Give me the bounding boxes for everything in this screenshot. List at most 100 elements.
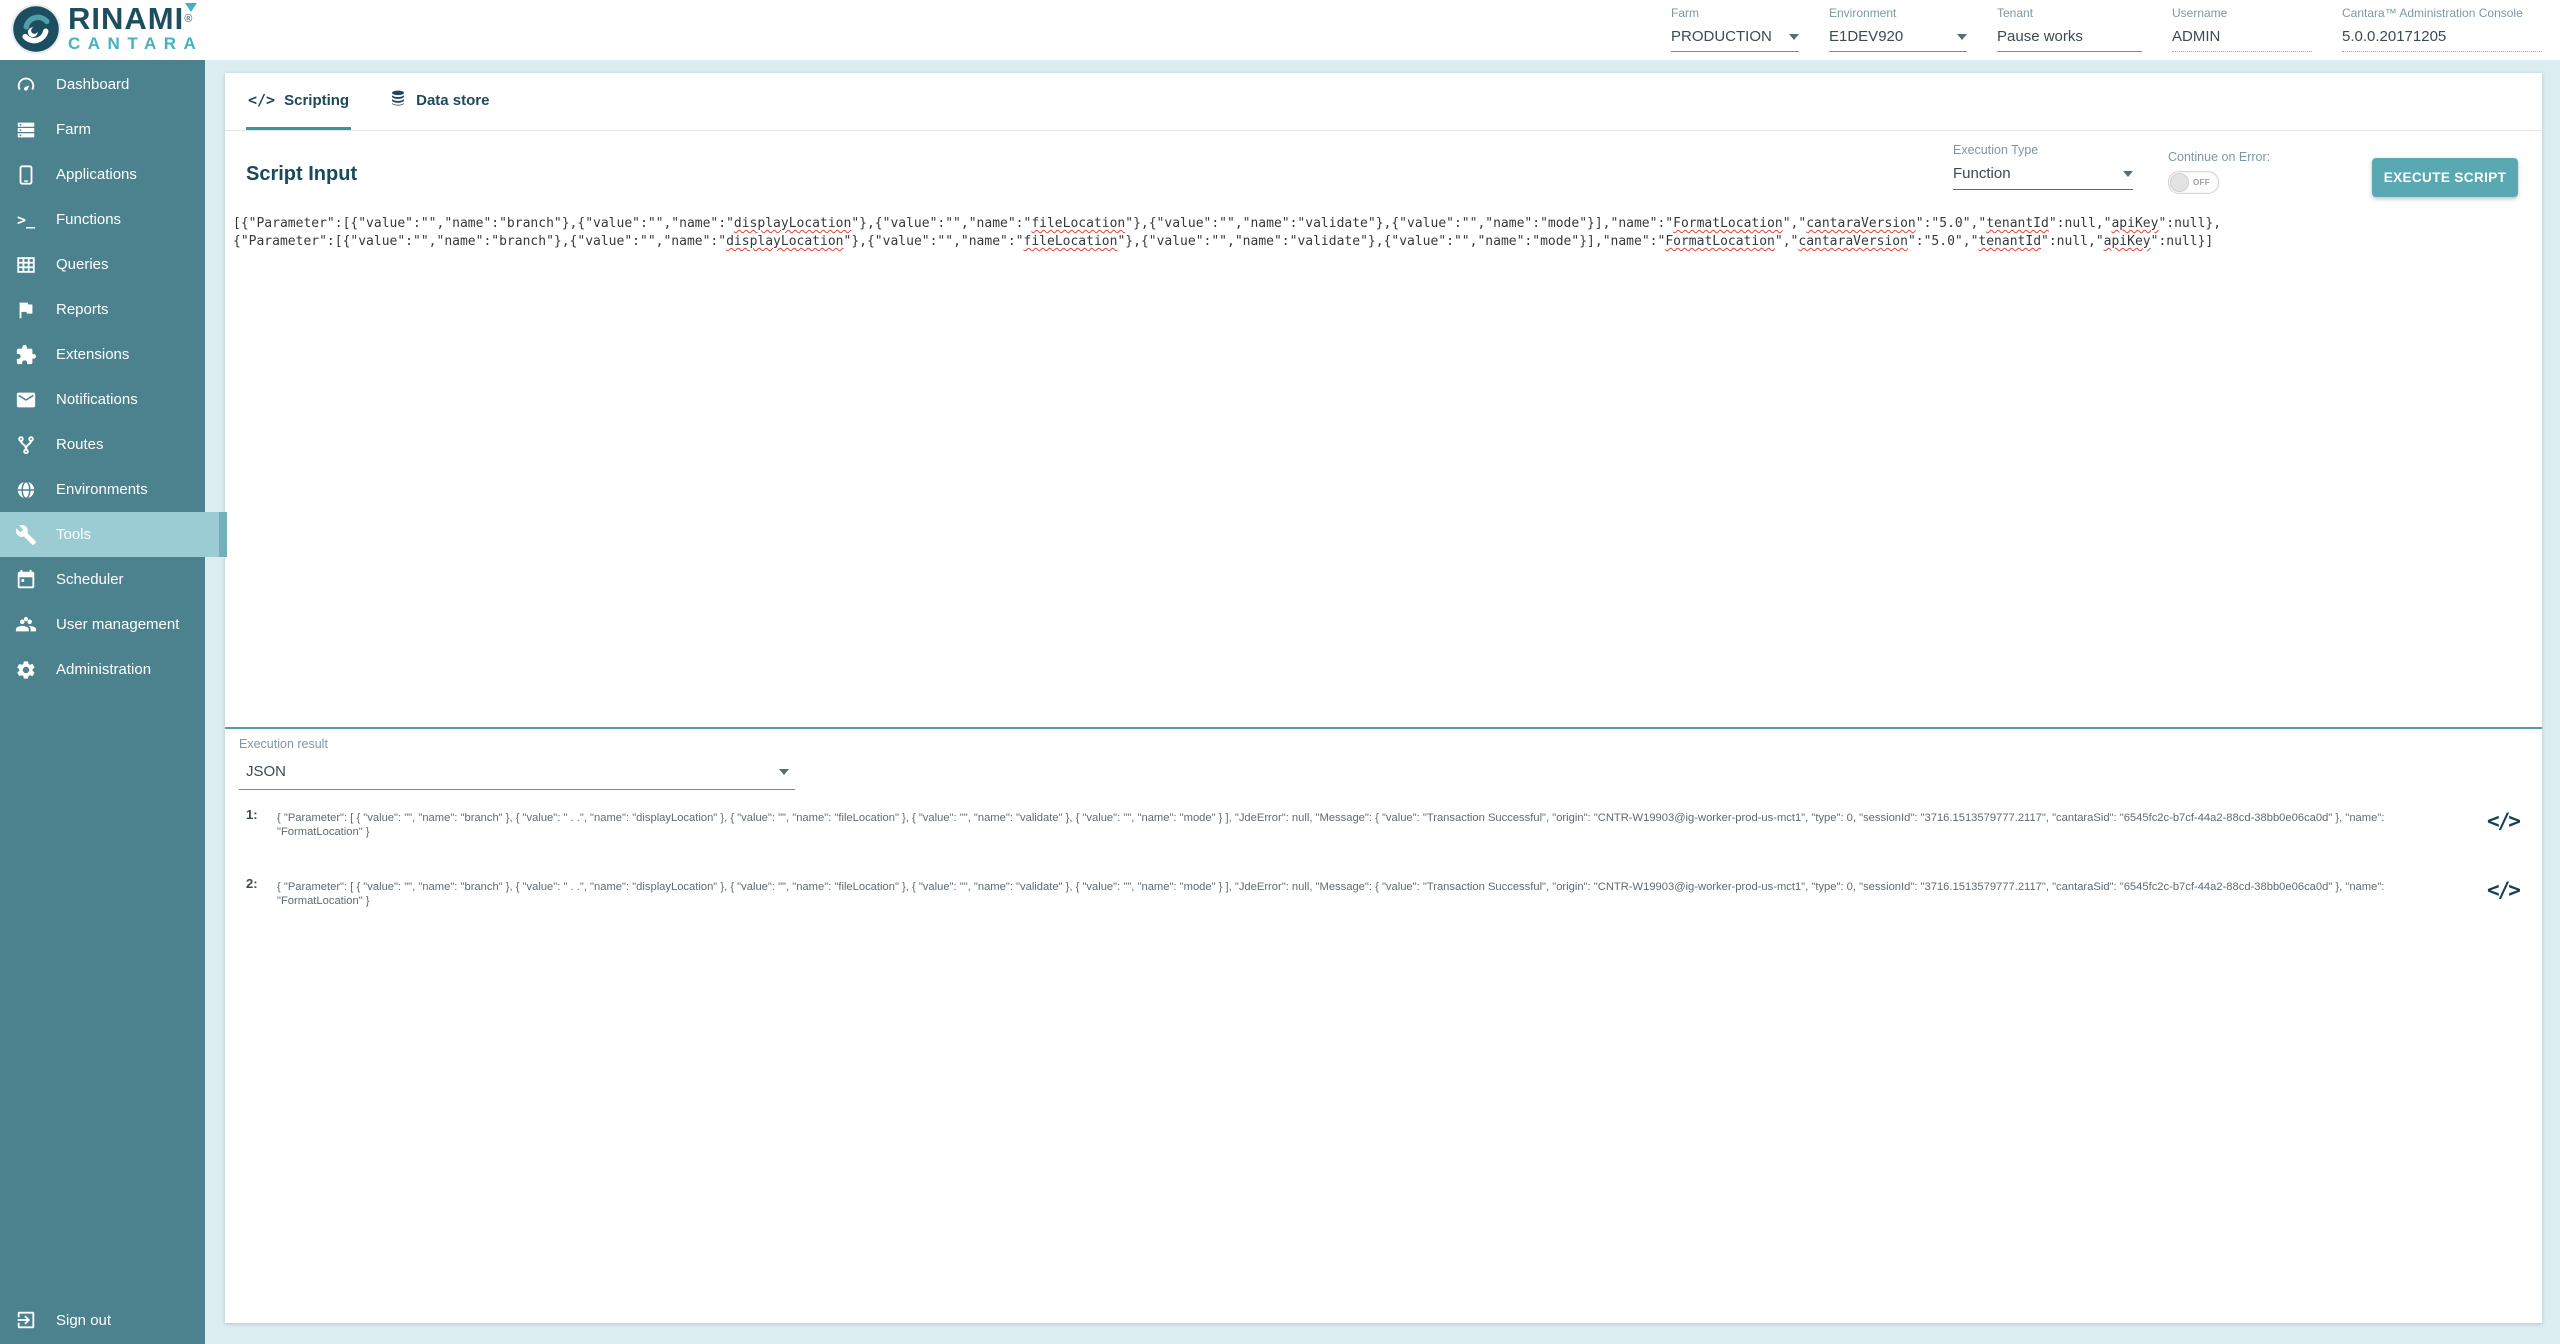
result-format-value: JSON xyxy=(246,763,286,780)
tab-label: Scripting xyxy=(284,92,349,109)
username-label: Username xyxy=(2172,6,2312,20)
sidebar-item-label: Functions xyxy=(56,211,121,228)
sidebar-item-farm[interactable]: Farm xyxy=(0,107,205,152)
execution-type-label: Execution Type xyxy=(1953,143,2133,157)
execute-script-button[interactable]: EXECUTE SCRIPT xyxy=(2372,158,2518,197)
page-title: Script Input xyxy=(246,163,357,186)
chevron-down-icon xyxy=(2123,171,2133,177)
sidebar-item-label: Routes xyxy=(56,436,104,453)
result-format-select[interactable]: JSON xyxy=(239,763,795,790)
tab-label: Data store xyxy=(416,92,489,109)
wrench-icon xyxy=(14,523,38,547)
database-icon xyxy=(389,89,407,111)
rinami-cantara-logo: RINAMI® CANTARA xyxy=(10,3,203,55)
sidebar-item-label: Farm xyxy=(56,121,91,138)
execution-type-select[interactable]: Execution Type Function xyxy=(1953,143,2133,190)
logo-line1: RINAMI xyxy=(68,1,184,36)
sidebar-item-functions[interactable]: >_ Functions xyxy=(0,197,205,242)
tab-data-store[interactable]: Data store xyxy=(387,73,491,130)
environment-value: E1DEV920 xyxy=(1829,28,1903,45)
sign-out-button[interactable]: Sign out xyxy=(0,1298,219,1342)
sidebar-item-dashboard[interactable]: Dashboard xyxy=(0,62,205,107)
sidebar-item-label: Reports xyxy=(56,301,109,318)
server-icon xyxy=(14,118,38,142)
continue-on-error-label: Continue on Error: xyxy=(2168,150,2270,164)
view-code-icon[interactable]: </> xyxy=(2487,809,2519,833)
sidebar-item-label: Scheduler xyxy=(56,571,124,588)
chevron-down-icon xyxy=(1789,34,1799,40)
chevron-down-icon xyxy=(1957,34,1967,40)
app-root: RINAMI® CANTARA Farm PRODUCTION Environm… xyxy=(0,0,2560,1344)
execution-result-label: Execution result xyxy=(239,737,328,751)
tenant-input[interactable]: Tenant Pause works xyxy=(1997,6,2142,52)
result-text: { "Parameter": [ { "value": "", "name": … xyxy=(277,811,2469,839)
view-code-icon[interactable]: </> xyxy=(2487,878,2519,902)
console-version-value: 5.0.0.20171205 xyxy=(2342,28,2446,45)
tool-tabs: </> Scripting Data store xyxy=(225,73,2542,131)
sidebar-nav: Dashboard Farm Applications >_ Functions… xyxy=(0,60,205,1344)
logo-wordmark: RINAMI® CANTARA xyxy=(68,4,203,54)
logo-accent-triangle-icon xyxy=(185,3,197,12)
main-content-card: </> Scripting Data store Script Input Ex… xyxy=(225,73,2542,1323)
script-line: {"Parameter":[{"value":"","name":"branch… xyxy=(233,233,2534,251)
gear-icon xyxy=(14,658,38,682)
continue-on-error-control: Continue on Error: OFF xyxy=(2168,150,2270,194)
logo-mark-icon xyxy=(10,3,62,55)
sidebar-item-reports[interactable]: Reports xyxy=(0,287,205,332)
sidebar-item-extensions[interactable]: Extensions xyxy=(0,332,205,377)
sidebar-item-label: Queries xyxy=(56,256,109,273)
username-field: Username ADMIN xyxy=(2172,6,2312,52)
puzzle-icon xyxy=(14,343,38,367)
script-input-editor[interactable]: [{"Parameter":[{"value":"","name":"branc… xyxy=(225,211,2542,727)
section-divider xyxy=(225,727,2542,729)
sidebar-item-applications[interactable]: Applications xyxy=(0,152,205,197)
toggle-knob xyxy=(2170,173,2189,192)
script-line: [{"Parameter":[{"value":"","name":"branc… xyxy=(233,215,2534,233)
environment-select[interactable]: Environment E1DEV920 xyxy=(1829,6,1967,52)
header-fields: Farm PRODUCTION Environment E1DEV920 Ten… xyxy=(1671,6,2542,52)
sidebar-item-label: User management xyxy=(56,616,179,633)
sidebar-item-environments[interactable]: Environments xyxy=(0,467,205,512)
sidebar-item-label: Administration xyxy=(56,661,151,678)
farm-select[interactable]: Farm PRODUCTION xyxy=(1671,6,1799,52)
username-value: ADMIN xyxy=(2172,28,2220,45)
sidebar-item-label: Applications xyxy=(56,166,137,183)
result-index: 2: xyxy=(246,876,258,891)
sign-out-icon xyxy=(14,1308,38,1332)
farm-label: Farm xyxy=(1671,6,1799,20)
farm-value: PRODUCTION xyxy=(1671,28,1772,45)
code-icon: </> xyxy=(248,91,275,109)
users-icon xyxy=(14,613,38,637)
tenant-label: Tenant xyxy=(1997,6,2142,20)
sidebar-item-label: Dashboard xyxy=(56,76,129,93)
result-text: { "Parameter": [ { "value": "", "name": … xyxy=(277,880,2469,908)
sidebar-item-notifications[interactable]: Notifications xyxy=(0,377,205,422)
sidebar-item-scheduler[interactable]: Scheduler xyxy=(0,557,205,602)
environment-label: Environment xyxy=(1829,6,1967,20)
result-index: 1: xyxy=(246,807,258,822)
calendar-icon xyxy=(14,568,38,592)
fork-icon xyxy=(14,433,38,457)
logo-line2: CANTARA xyxy=(68,34,203,54)
console-version-field: Cantara™ Administration Console 5.0.0.20… xyxy=(2342,6,2542,52)
flag-icon xyxy=(14,298,38,322)
envelope-icon xyxy=(14,388,38,412)
tablet-icon xyxy=(14,163,38,187)
toggle-state-label: OFF xyxy=(2193,178,2210,187)
sidebar-item-tools[interactable]: Tools xyxy=(0,512,227,557)
sidebar-item-label: Tools xyxy=(56,526,91,543)
sidebar-item-user-management[interactable]: User management xyxy=(0,602,205,647)
sidebar-item-queries[interactable]: Queries xyxy=(0,242,205,287)
console-version-label: Cantara™ Administration Console xyxy=(2342,6,2542,20)
continue-on-error-toggle[interactable]: OFF xyxy=(2168,171,2219,194)
globe-icon xyxy=(14,478,38,502)
tab-scripting[interactable]: </> Scripting xyxy=(246,73,351,130)
sidebar-item-routes[interactable]: Routes xyxy=(0,422,205,467)
tenant-value: Pause works xyxy=(1997,28,2083,45)
sidebar-item-label: Environments xyxy=(56,481,148,498)
top-header: RINAMI® CANTARA Farm PRODUCTION Environm… xyxy=(0,0,2560,60)
registered-mark: ® xyxy=(184,13,193,25)
sidebar-item-administration[interactable]: Administration xyxy=(0,647,205,692)
sidebar-item-label: Notifications xyxy=(56,391,138,408)
table-icon xyxy=(14,253,38,277)
